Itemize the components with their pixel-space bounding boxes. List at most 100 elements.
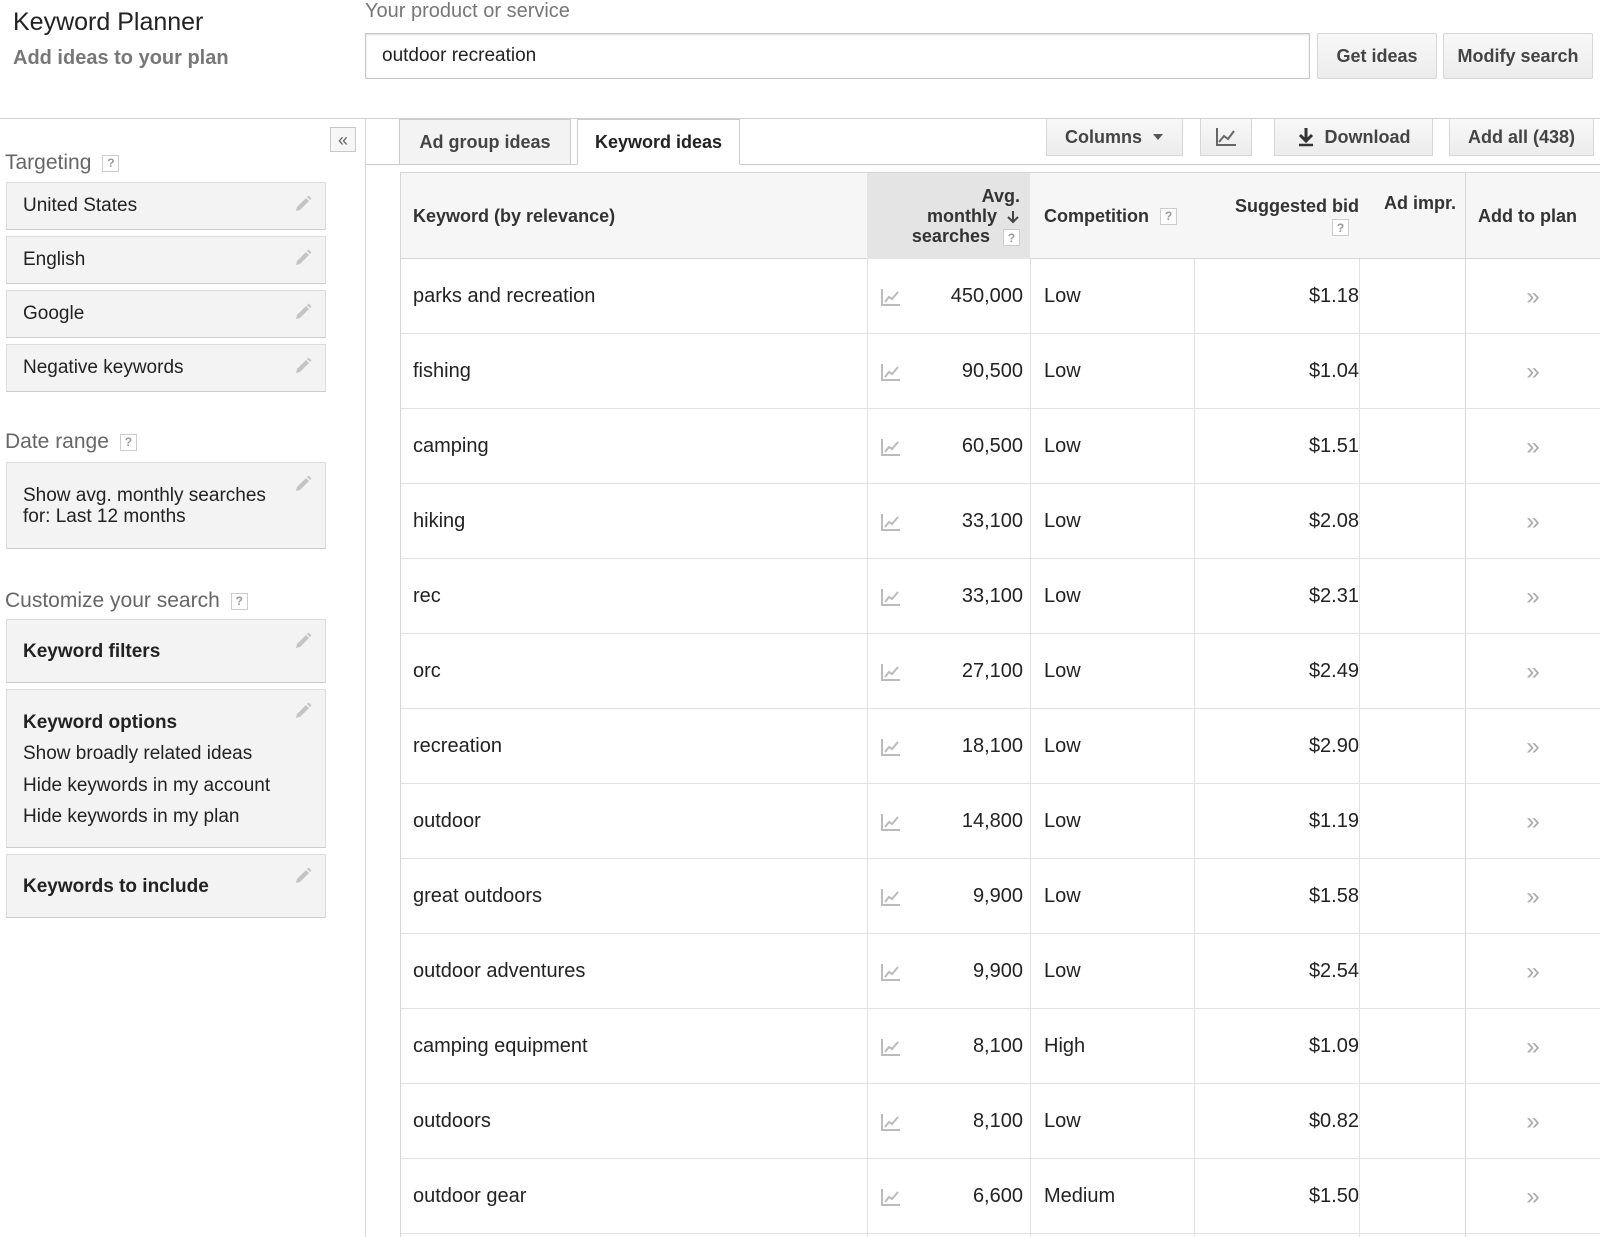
sidebar: « Targeting ? United States English Goog… bbox=[0, 119, 366, 1237]
pencil-icon[interactable] bbox=[293, 701, 313, 721]
suggested-bid-cell: $1.51 bbox=[1308, 435, 1359, 457]
tab-ad-group-ideas[interactable]: Ad group ideas bbox=[399, 119, 571, 165]
get-ideas-button[interactable]: Get ideas bbox=[1317, 33, 1437, 79]
keyword-cell[interactable]: outdoor bbox=[413, 784, 481, 859]
header-keyword[interactable]: Keyword (by relevance) bbox=[413, 173, 615, 259]
download-label: Download bbox=[1324, 126, 1411, 147]
search-input[interactable] bbox=[365, 33, 1310, 79]
trend-chart-icon[interactable] bbox=[881, 409, 901, 484]
pencil-icon[interactable] bbox=[293, 194, 313, 214]
trend-chart-icon[interactable] bbox=[881, 634, 901, 709]
chart-toggle-button[interactable] bbox=[1200, 119, 1252, 156]
keyword-cell[interactable]: rec bbox=[413, 559, 441, 634]
header-searches-line3-row: searches ? bbox=[912, 226, 1020, 247]
suggested-bid-cell: $1.04 bbox=[1308, 360, 1359, 382]
keyword-cell[interactable]: orc bbox=[413, 634, 441, 709]
date-range-box[interactable]: Show avg. monthly searches for: Last 12 … bbox=[6, 462, 326, 549]
header-ad-impressions[interactable]: Ad impr. bbox=[1384, 173, 1456, 259]
date-range-line2: for: Last 12 months bbox=[23, 506, 186, 527]
header-competition-label: Competition bbox=[1044, 205, 1149, 226]
trend-chart-icon[interactable] bbox=[881, 1159, 901, 1234]
keyword-option-item: Hide keywords in my account bbox=[23, 775, 271, 796]
searches-cell: 8,100 bbox=[972, 1110, 1023, 1132]
add-to-plan-icon[interactable]: » bbox=[1465, 259, 1600, 334]
suggested-bid-cell: $2.90 bbox=[1308, 735, 1359, 757]
add-to-plan-icon[interactable]: » bbox=[1465, 859, 1600, 934]
add-all-button[interactable]: Add all (438) bbox=[1449, 119, 1594, 156]
trend-chart-icon[interactable] bbox=[881, 259, 901, 334]
add-to-plan-icon[interactable]: » bbox=[1465, 409, 1600, 484]
keyword-cell[interactable]: camping bbox=[413, 409, 489, 484]
targeting-network[interactable]: Google bbox=[6, 290, 326, 338]
add-to-plan-icon[interactable]: » bbox=[1465, 484, 1600, 559]
keyword-cell[interactable]: outdoor gear bbox=[413, 1159, 526, 1234]
help-icon[interactable]: ? bbox=[1160, 207, 1177, 225]
collapse-sidebar-icon[interactable]: « bbox=[330, 127, 356, 152]
add-to-plan-icon[interactable]: » bbox=[1465, 1084, 1600, 1159]
trend-chart-icon[interactable] bbox=[881, 559, 901, 634]
pencil-icon[interactable] bbox=[293, 631, 313, 651]
targeting-location[interactable]: United States bbox=[6, 182, 326, 230]
competition-cell: Low bbox=[1044, 1110, 1081, 1132]
add-to-plan-icon[interactable]: » bbox=[1465, 634, 1600, 709]
add-to-plan-icon[interactable]: » bbox=[1465, 934, 1600, 1009]
searches-cell: 9,900 bbox=[972, 885, 1023, 907]
suggested-bid-cell: $0.82 bbox=[1308, 1110, 1359, 1132]
date-range-title: Date range ? bbox=[5, 430, 137, 454]
pencil-icon[interactable] bbox=[293, 866, 313, 886]
table-row: camping 60,500 Low $1.51 » bbox=[401, 409, 1600, 484]
help-icon[interactable]: ? bbox=[119, 433, 137, 451]
competition-cell: Low bbox=[1044, 735, 1081, 757]
header-searches-line3: searches bbox=[911, 225, 990, 246]
help-icon[interactable]: ? bbox=[1003, 229, 1020, 247]
targeting-title: Targeting ? bbox=[5, 151, 120, 175]
add-to-plan-icon[interactable]: » bbox=[1465, 334, 1600, 409]
keyword-cell[interactable]: outdoor adventures bbox=[413, 934, 585, 1009]
keyword-cell[interactable]: outdoors bbox=[413, 1084, 491, 1159]
keyword-cell[interactable]: great outdoors bbox=[413, 859, 542, 934]
date-range-line1: Show avg. monthly searches bbox=[23, 485, 266, 506]
help-icon[interactable]: ? bbox=[1332, 219, 1349, 236]
add-to-plan-icon[interactable]: » bbox=[1465, 559, 1600, 634]
trend-chart-icon[interactable] bbox=[881, 1009, 901, 1084]
searches-cell: 9,900 bbox=[972, 960, 1023, 982]
trend-chart-icon[interactable] bbox=[881, 784, 901, 859]
competition-cell: Low bbox=[1044, 285, 1081, 307]
trend-chart-icon[interactable] bbox=[881, 709, 901, 784]
add-to-plan-icon[interactable]: » bbox=[1465, 784, 1600, 859]
pencil-icon[interactable] bbox=[293, 474, 313, 494]
modify-search-button[interactable]: Modify search bbox=[1443, 33, 1593, 79]
keyword-options-box[interactable]: Keyword options Show broadly related ide… bbox=[6, 689, 326, 848]
help-icon[interactable]: ? bbox=[230, 592, 248, 610]
trend-chart-icon[interactable] bbox=[881, 484, 901, 559]
header-suggested-bid[interactable]: Suggested bid ? bbox=[1221, 173, 1361, 259]
competition-cell: Low bbox=[1044, 660, 1081, 682]
help-icon[interactable]: ? bbox=[102, 154, 120, 172]
keyword-cell[interactable]: recreation bbox=[413, 709, 502, 784]
pencil-icon[interactable] bbox=[293, 302, 313, 322]
add-to-plan-icon[interactable]: » bbox=[1465, 709, 1600, 784]
columns-button[interactable]: Columns bbox=[1046, 119, 1183, 156]
keyword-cell[interactable]: fishing bbox=[413, 334, 471, 409]
keyword-filters-box[interactable]: Keyword filters bbox=[6, 619, 326, 683]
add-to-plan-icon[interactable]: » bbox=[1465, 1009, 1600, 1084]
targeting-negative-keywords[interactable]: Negative keywords bbox=[6, 344, 326, 392]
tab-keyword-ideas[interactable]: Keyword ideas bbox=[577, 119, 740, 165]
header-avg-monthly-searches[interactable]: Avg. monthly searches ? bbox=[867, 173, 1030, 259]
trend-chart-icon[interactable] bbox=[881, 934, 901, 1009]
targeting-language[interactable]: English bbox=[6, 236, 326, 284]
header-competition[interactable]: Competition ? bbox=[1044, 173, 1177, 259]
trend-chart-icon[interactable] bbox=[881, 334, 901, 409]
trend-chart-icon[interactable] bbox=[881, 859, 901, 934]
line-chart-icon bbox=[1216, 128, 1236, 146]
pencil-icon[interactable] bbox=[293, 356, 313, 376]
keyword-cell[interactable]: camping equipment bbox=[413, 1009, 588, 1084]
trend-chart-icon[interactable] bbox=[881, 1084, 901, 1159]
keyword-cell[interactable]: parks and recreation bbox=[413, 259, 595, 334]
keywords-to-include-box[interactable]: Keywords to include bbox=[6, 854, 326, 918]
searches-cell: 33,100 bbox=[961, 510, 1023, 532]
add-to-plan-icon[interactable]: » bbox=[1465, 1159, 1600, 1234]
pencil-icon[interactable] bbox=[293, 248, 313, 268]
download-button[interactable]: Download bbox=[1274, 119, 1433, 156]
keyword-cell[interactable]: hiking bbox=[413, 484, 465, 559]
